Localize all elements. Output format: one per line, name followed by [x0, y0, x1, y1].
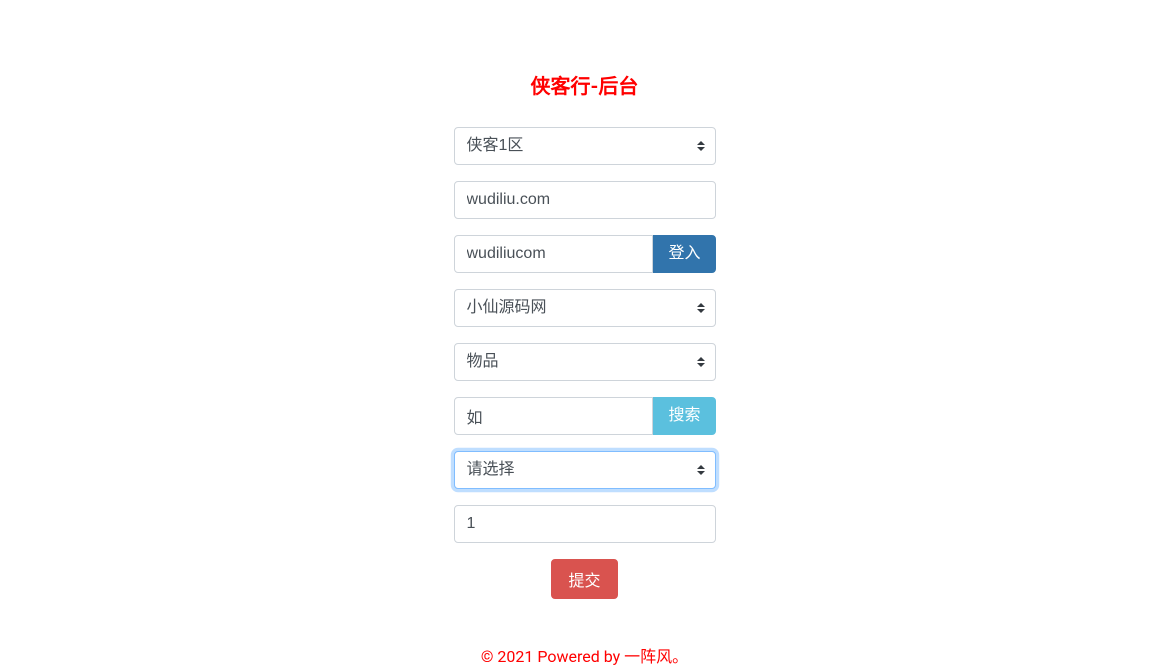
- password-input[interactable]: [454, 235, 654, 273]
- search-input-group: 搜索: [454, 397, 716, 435]
- account-input[interactable]: [454, 181, 716, 219]
- role-group: 小仙源码网: [454, 289, 716, 327]
- result-group: 请选择: [454, 451, 716, 489]
- footer-text: © 2021 Powered by 一阵风。: [454, 643, 716, 667]
- submit-button[interactable]: 提交: [551, 559, 617, 599]
- page-title: 侠客行-后台: [454, 70, 716, 99]
- search-group: 搜索: [454, 397, 716, 435]
- account-group: [454, 181, 716, 219]
- category-group: 物品: [454, 343, 716, 381]
- login-button[interactable]: 登入: [653, 235, 715, 273]
- category-select[interactable]: 物品: [454, 343, 716, 381]
- password-group: 登入: [454, 235, 716, 273]
- admin-form-container: 侠客行-后台 侠客1区 登入 小仙源码网 物品 搜索 请选择: [454, 0, 716, 667]
- quantity-group: [454, 505, 716, 543]
- search-button[interactable]: 搜索: [653, 397, 715, 435]
- zone-select[interactable]: 侠客1区: [454, 127, 716, 165]
- search-input[interactable]: [454, 397, 654, 435]
- zone-group: 侠客1区: [454, 127, 716, 165]
- password-input-group: 登入: [454, 235, 716, 273]
- role-select[interactable]: 小仙源码网: [454, 289, 716, 327]
- quantity-input[interactable]: [454, 505, 716, 543]
- result-select[interactable]: 请选择: [454, 451, 716, 489]
- submit-wrap: 提交: [454, 559, 716, 599]
